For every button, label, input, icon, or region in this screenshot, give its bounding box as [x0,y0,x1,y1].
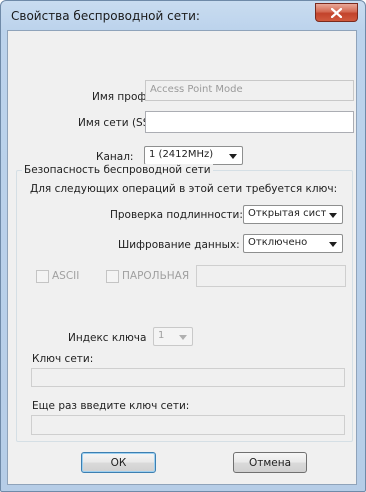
network-key-label: Ключ сети: [32,353,94,365]
cancel-button[interactable]: Отмена [233,452,307,473]
profile-name-field[interactable]: Access Point Mode [145,80,354,101]
auth-select[interactable]: Открытая сист [243,205,343,224]
close-button[interactable] [315,3,358,22]
channel-select[interactable]: 1 (2412MHz) [144,146,243,165]
confirm-key-input[interactable] [31,415,345,435]
channel-select-value: 1 (2412MHz) [149,149,214,160]
passphrase-input[interactable] [196,265,346,287]
channel-label: Канал: [96,151,134,163]
network-key-input[interactable] [31,368,345,387]
auth-select-value: Открытая сист [248,208,326,219]
chevron-down-icon [329,212,337,218]
key-index-label: Индекс ключа [68,332,147,344]
chevron-down-icon [179,334,187,340]
security-hint: Для следующих операций в этой сети требу… [30,183,338,195]
ok-button[interactable]: ОК [81,452,156,473]
security-group-title: Безопасность беспроводной сети [22,164,213,176]
title-bar[interactable]: Свойства беспроводной сети: [1,1,365,31]
chevron-down-icon [329,241,337,247]
encryption-select-value: Отключено [248,237,308,248]
key-index-select-value: 1 [158,330,165,341]
ascii-checkbox[interactable] [36,270,49,283]
passphrase-checkbox[interactable] [106,270,119,283]
auth-label: Проверка подлинности: [110,209,243,221]
chevron-down-icon [229,153,237,159]
confirm-key-label: Еще раз введите ключ сети: [32,400,190,412]
encryption-select[interactable]: Отключено [243,234,343,253]
ssid-input[interactable] [145,111,354,133]
passphrase-label: ПАРОЛЬНАЯ [122,270,190,282]
close-icon [331,7,342,18]
encryption-label: Шифрование данных: [118,239,240,251]
ascii-label: ASCII [52,270,80,282]
key-index-select[interactable]: 1 [153,327,193,346]
window-title: Свойства беспроводной сети: [11,9,200,23]
